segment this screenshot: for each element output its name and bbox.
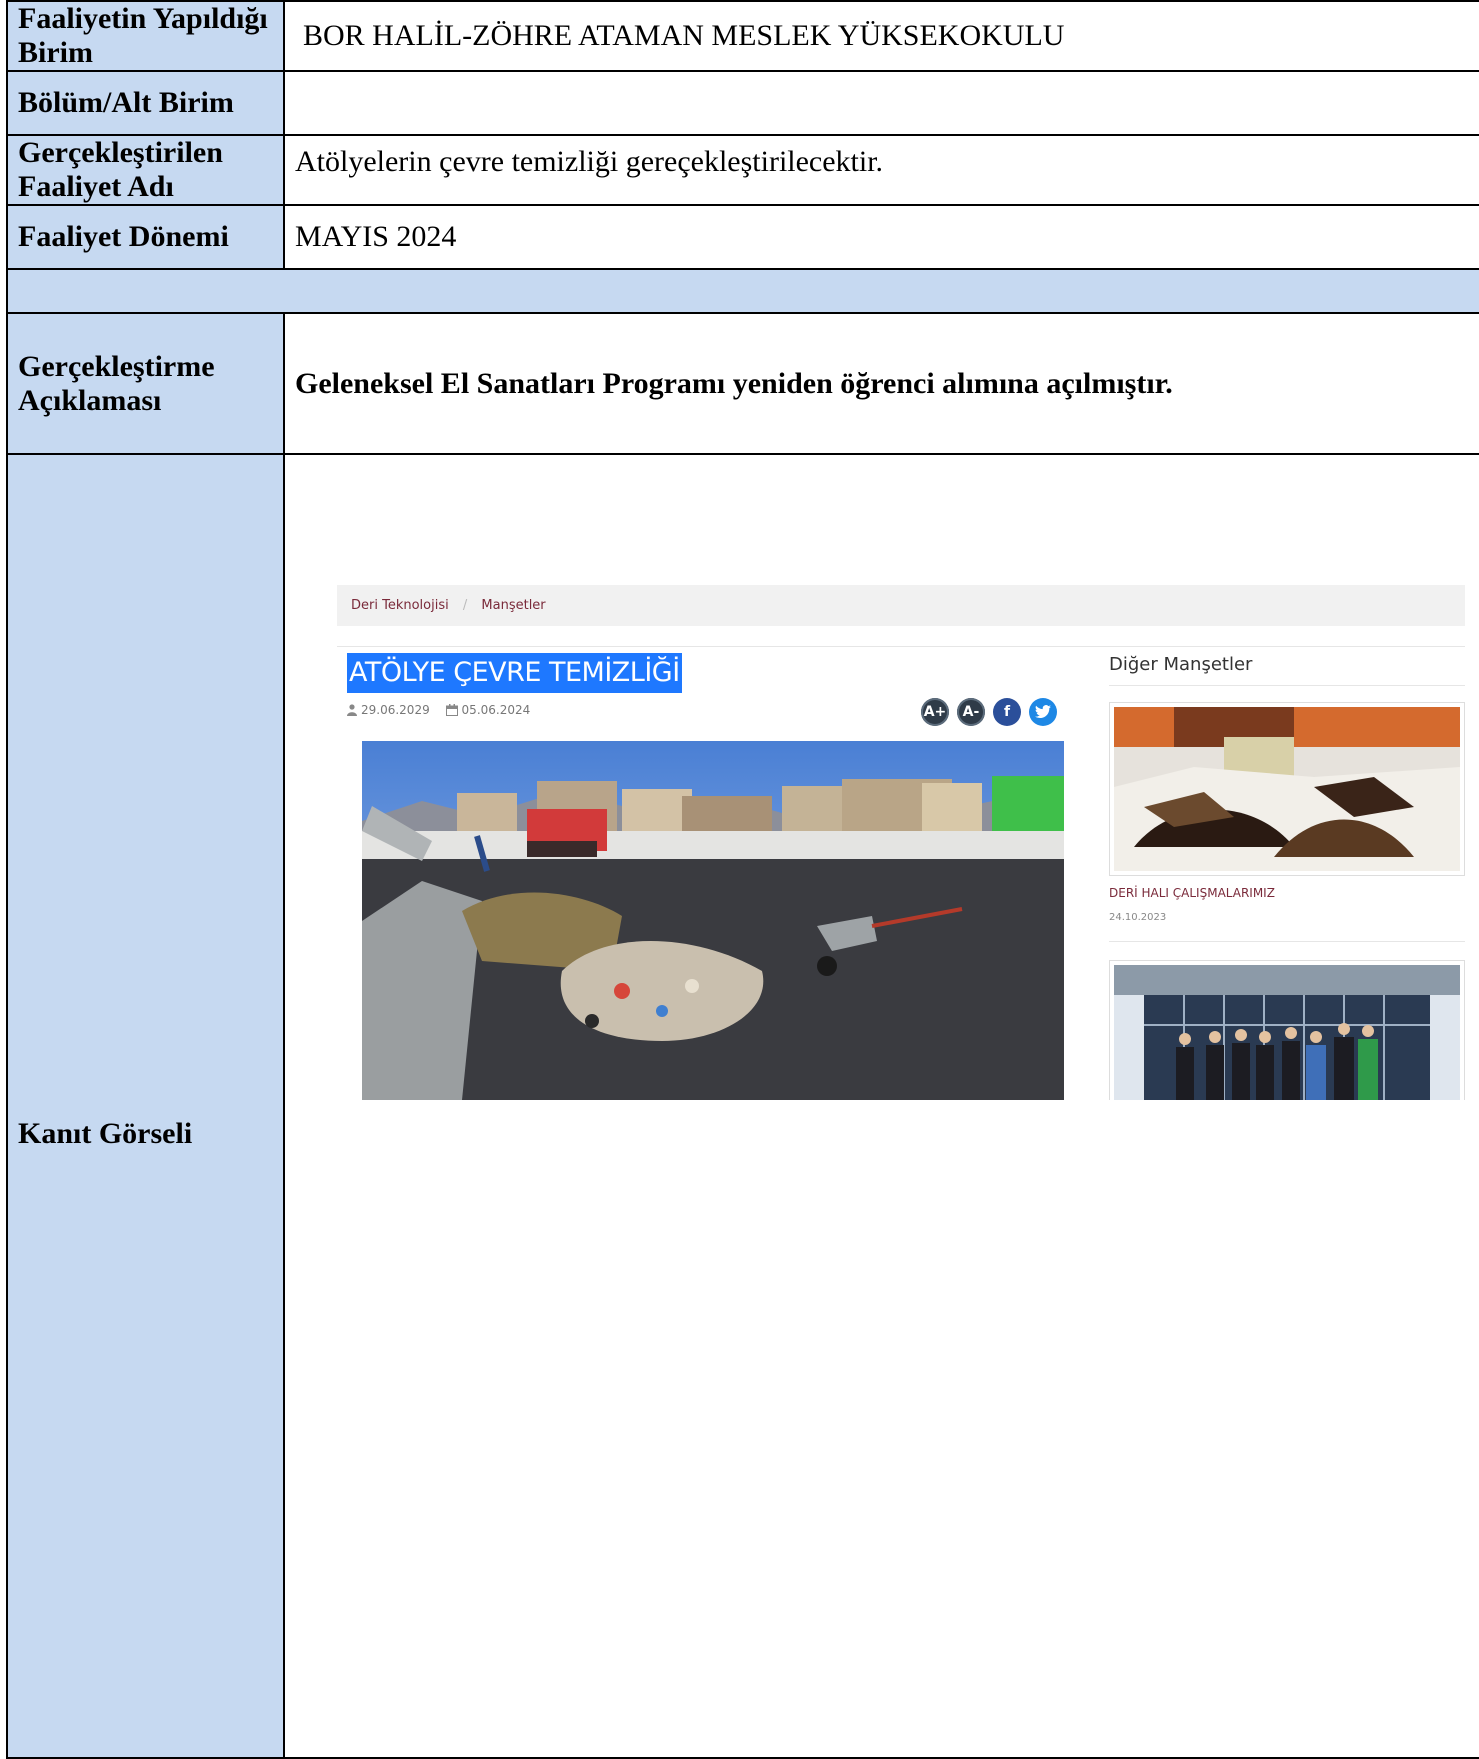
evidence-image-label: Kanıt Görseli [6, 453, 285, 1759]
leather-rug-photo [1114, 707, 1460, 871]
sidebar-card-date: 24.10.2023 [1109, 912, 1167, 923]
activity-name-value: Atölyelerin çevre temizliği gereçekleşti… [283, 134, 1479, 206]
twitter-button[interactable] [1029, 698, 1057, 726]
unit-label: Faaliyetin Yapıldığı Birim [6, 0, 285, 72]
article-photo [362, 741, 1064, 1100]
article-meta: 29.06.2029 05.06.2024 [347, 702, 530, 718]
realization-description-label: Gerçekleştirme Açıklaması [6, 312, 285, 455]
breadcrumb-link-deri[interactable]: Deri Teknolojisi [351, 598, 449, 613]
activity-period-value: MAYIS 2024 [283, 204, 1479, 270]
unit-value: BOR HALİL-ZÖHRE ATAMAN MESLEK YÜKSEKOKUL… [283, 0, 1479, 72]
article-published-date: 05.06.2024 [461, 703, 531, 717]
article-created-date: 29.06.2029 [361, 703, 430, 717]
group-photo [1114, 965, 1460, 1100]
calendar-icon [445, 704, 458, 716]
facebook-button[interactable]: f [993, 698, 1021, 726]
realization-description-value: Geleneksel El Sanatları Programı yeniden… [283, 312, 1479, 455]
divider [1109, 941, 1465, 942]
sidebar-card-image[interactable] [1109, 702, 1465, 876]
article-title: ATÖLYE ÇEVRE TEMİZLİĞİ [347, 653, 682, 693]
twitter-icon [1035, 705, 1051, 719]
sidebar-heading: Diğer Manşetler [1109, 654, 1253, 675]
divider [337, 646, 1465, 647]
sidebar-card-image-2[interactable] [1109, 960, 1465, 1100]
breadcrumb-link-mansetler[interactable]: Manşetler [481, 598, 545, 613]
font-increase-button[interactable]: A+ [921, 698, 949, 726]
sub-unit-value [283, 70, 1479, 136]
breadcrumb-separator: / [462, 598, 468, 613]
sub-unit-label: Bölüm/Alt Birim [6, 70, 285, 136]
breadcrumb: Deri Teknolojisi / Manşetler [337, 585, 1465, 626]
evidence-screenshot: Deri Teknolojisi / Manşetler ATÖLYE ÇEVR… [337, 585, 1465, 1100]
user-icon [347, 704, 357, 716]
separator-band [6, 268, 1479, 314]
divider [1109, 685, 1465, 686]
activity-name-label: Gerçekleştirilen Faaliyet Adı [6, 134, 285, 206]
sidebar-card-title[interactable]: DERİ HALI ÇALIŞMALARIMIZ [1109, 886, 1275, 900]
font-decrease-button[interactable]: A- [957, 698, 985, 726]
activity-period-label: Faaliyet Dönemi [6, 204, 285, 270]
